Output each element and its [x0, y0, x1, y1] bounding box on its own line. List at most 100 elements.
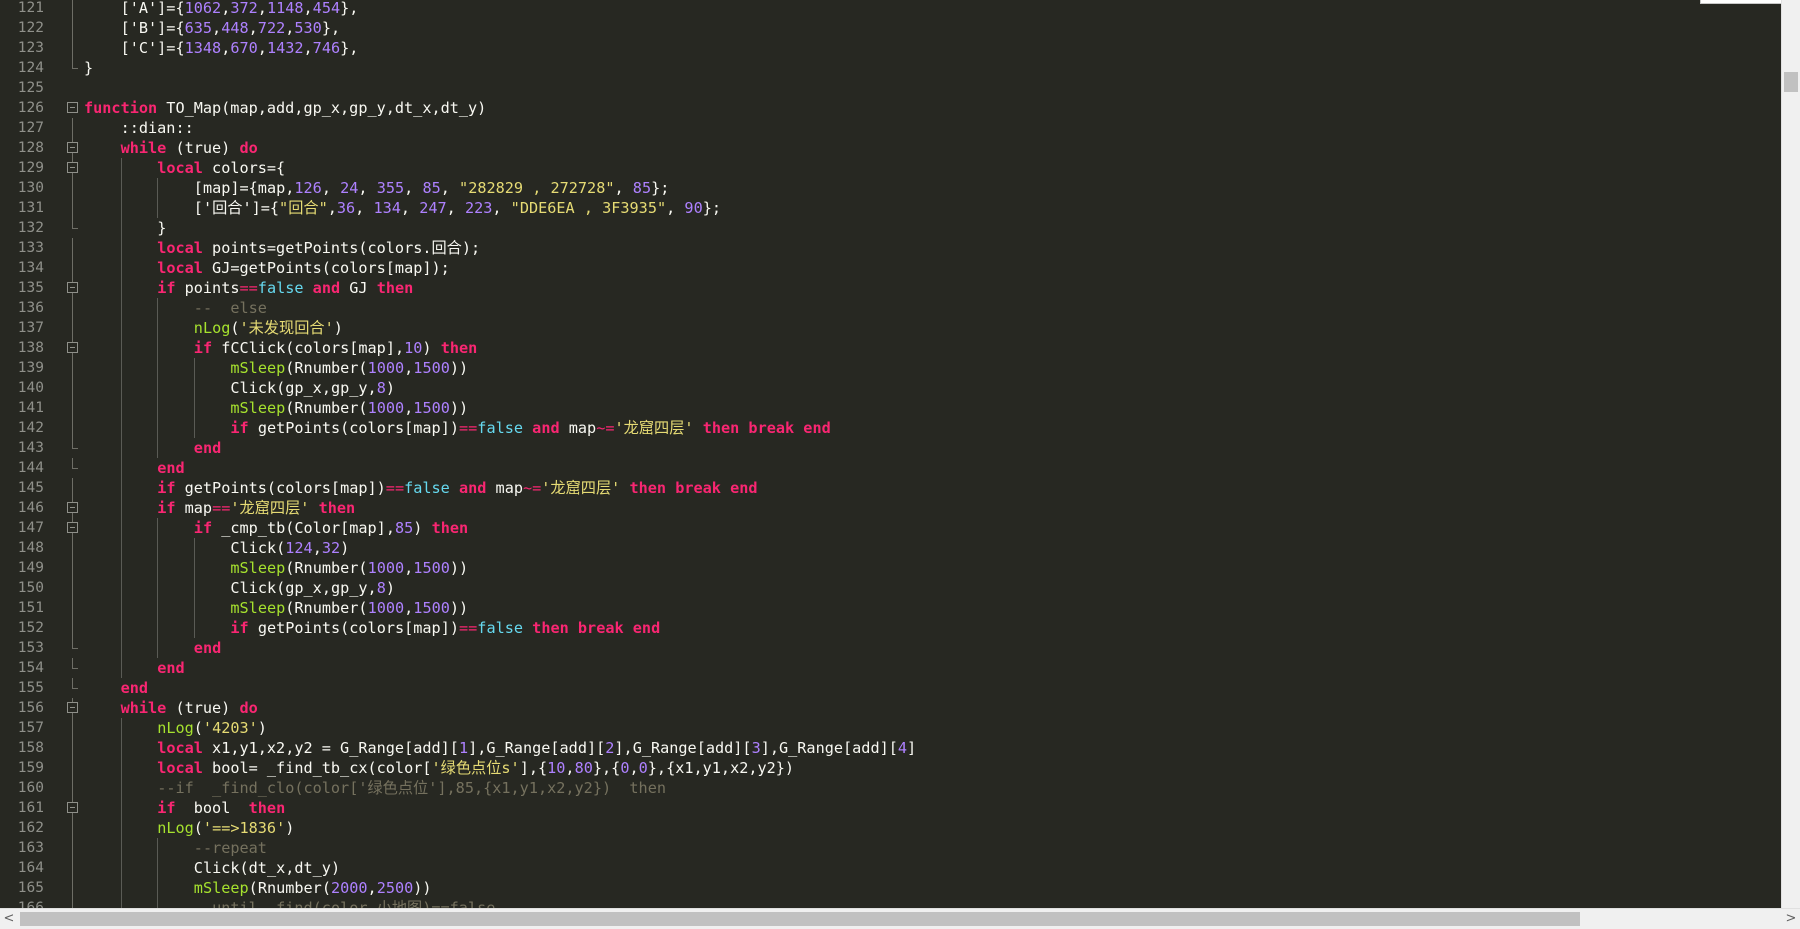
vertical-scrollbar[interactable] — [1781, 0, 1800, 909]
scroll-left-arrow-icon[interactable]: < — [0, 909, 18, 929]
code-token: map — [559, 419, 597, 437]
code-text: mSleep(Rnumber(1000,1500)) — [230, 398, 468, 418]
indent-guide — [120, 238, 122, 258]
code-token: mSleep — [230, 359, 286, 377]
line-number: 130 — [17, 180, 44, 196]
scroll-right-arrow-icon[interactable]: > — [1782, 909, 1800, 929]
indent-guide — [120, 758, 122, 778]
fold-toggle-icon[interactable] — [67, 162, 78, 173]
horizontal-scrollbar[interactable]: < > — [0, 908, 1800, 929]
code-token: TO_Map(map,add,gp_x,gp_y,dt_x,dt_y) — [157, 99, 487, 117]
code-token: }; — [702, 199, 722, 217]
code-token: "回合" — [279, 199, 328, 217]
code-token: then — [440, 339, 478, 357]
code-token: '未发现回合' — [239, 319, 334, 337]
code-text: if points==false and GJ then — [157, 278, 413, 298]
line-number: 122 — [17, 20, 44, 36]
fold-toggle-icon[interactable] — [67, 102, 78, 113]
fold-line — [72, 358, 73, 378]
fold-toggle-icon[interactable] — [67, 802, 78, 813]
code-token: )) — [449, 359, 469, 377]
code-token: GJ=getPoints(colors[map]); — [202, 259, 450, 277]
code-token: while — [120, 699, 167, 717]
code-line: 149 mSleep(Rnumber(1000,1500)) — [0, 558, 1782, 578]
code-token: --repeat — [193, 839, 267, 857]
code-token: points=getPoints(colors.回合); — [202, 239, 481, 257]
code-editor[interactable]: 121 ['A']={1062,372,1148,454}, 122 ['B']={6… — [0, 0, 1782, 909]
indent-guide — [120, 198, 122, 218]
vertical-scroll-thumb[interactable] — [1784, 72, 1798, 92]
code-text: mSleep(Rnumber(1000,1500)) — [230, 558, 468, 578]
code-text: nLog('4203') — [157, 718, 267, 738]
code-text: end — [157, 458, 184, 478]
code-line: 146 if map=='龙窟四层' then — [0, 498, 1782, 518]
indent-guide — [120, 318, 122, 338]
fold-toggle-icon[interactable] — [67, 282, 78, 293]
code-token: , — [404, 599, 414, 617]
code-line: 132} — [0, 218, 1782, 238]
indent-guide — [157, 378, 159, 398]
fold-toggle-icon[interactable] — [67, 522, 78, 533]
fold-line — [72, 718, 73, 738]
code-text: ['C']={1348,670,1432,746}, — [121, 38, 359, 58]
fold-line — [72, 598, 73, 618]
code-text: ['B']={635,448,722,530}, — [121, 18, 341, 38]
fold-line — [72, 558, 73, 578]
code-line: 134 local GJ=getPoints(colors[map]); — [0, 258, 1782, 278]
indent-guide — [120, 278, 122, 298]
indent-guide — [157, 558, 159, 578]
code-token: mSleep — [193, 879, 249, 897]
line-number: 164 — [17, 860, 44, 876]
code-line: 121 ['A']={1062,372,1148,454}, — [0, 0, 1782, 18]
line-number: 160 — [17, 780, 44, 796]
indent-guide — [157, 518, 159, 538]
code-text: local points=getPoints(colors.回合); — [157, 238, 480, 258]
fold-toggle-icon[interactable] — [67, 502, 78, 513]
horizontal-scroll-thumb[interactable] — [20, 912, 1580, 926]
fold-line — [72, 818, 73, 838]
code-token: colors={ — [202, 159, 286, 177]
fold-toggle-icon[interactable] — [67, 342, 78, 353]
line-number: 131 — [17, 200, 44, 216]
indent-guide — [120, 818, 122, 838]
code-token: if — [193, 339, 213, 357]
indent-guide — [157, 538, 159, 558]
line-number: 159 — [17, 760, 44, 776]
indent-guide — [193, 538, 195, 558]
code-token: 32 — [321, 539, 341, 557]
line-number: 127 — [17, 120, 44, 136]
code-text: ['A']={1062,372,1148,454}, — [121, 0, 359, 18]
code-token: '龙窟四层' — [541, 479, 621, 497]
code-token: getPoints(colors[map]) — [175, 479, 386, 497]
code-text: if fCClick(colors[map],10) then — [194, 338, 478, 358]
code-line: 155 end — [0, 678, 1782, 698]
code-line: 148 Click(124,32) — [0, 538, 1782, 558]
indent-guide — [193, 558, 195, 578]
indent-guide — [157, 858, 159, 878]
code-line: 147 if _cmp_tb(Color[map],85) then — [0, 518, 1782, 538]
line-number: 150 — [17, 580, 44, 596]
code-text: function TO_Map(map,add,gp_x,gp_y,dt_x,d… — [84, 98, 486, 118]
code-token: , — [404, 359, 414, 377]
code-token: }, — [340, 0, 359, 17]
code-line: 138 if fCClick(colors[map],10) then — [0, 338, 1782, 358]
code-token: , — [303, 0, 313, 17]
fold-toggle-icon[interactable] — [67, 702, 78, 713]
code-token: ) — [385, 379, 396, 397]
code-line: 127::dian:: — [0, 118, 1782, 138]
code-token: , — [666, 199, 685, 217]
indent-guide — [120, 738, 122, 758]
code-token: },{ — [592, 759, 621, 777]
code-token: 85 — [394, 519, 414, 537]
fold-toggle-icon[interactable] — [67, 142, 78, 153]
fold-line — [72, 578, 73, 598]
line-number: 141 — [17, 400, 44, 416]
line-number: 129 — [17, 160, 44, 176]
code-token: }; — [651, 179, 670, 197]
code-token: 1 — [458, 739, 469, 757]
code-token: )) — [449, 559, 469, 577]
code-token: }, — [340, 39, 359, 57]
line-number: 157 — [17, 720, 44, 736]
code-token: )) — [449, 599, 469, 617]
